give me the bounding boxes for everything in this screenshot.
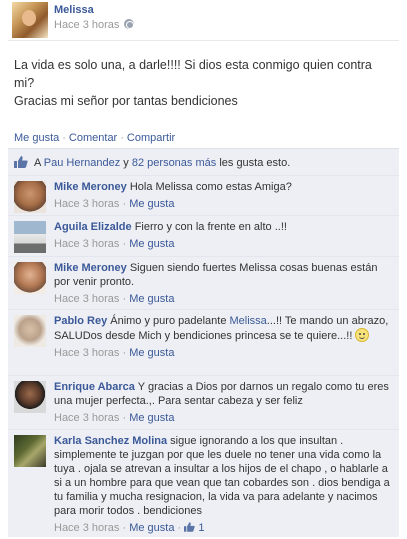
post-text: La vida es solo una, a darle!!!! Si dios… (14, 56, 394, 110)
post-text-line: La vida es solo una, a darle!!!! Si dios… (14, 58, 372, 90)
share-button[interactable]: Compartir (127, 132, 175, 144)
comment-time: Hace 3 horas (54, 347, 120, 359)
thumbs-up-icon (14, 156, 28, 168)
comment-item: Aguila Elizalde Fierro y con la frente e… (8, 216, 399, 257)
comment-body: Aguila Elizalde Fierro y con la frente e… (54, 220, 394, 251)
comment-text: Fierro y con la frente en alto ..!! (134, 221, 287, 233)
commenter-avatar[interactable] (14, 315, 46, 347)
comment-like-button[interactable]: Me gusta (129, 522, 174, 534)
post-meta: Hace 3 horas (54, 19, 135, 31)
comment-body: Pablo Rey Ánimo y puro padelante Melissa… (54, 314, 394, 360)
comment-meta: Hace 3 horas · Me gusta · 1 (54, 522, 205, 534)
liker-link[interactable]: Pau Hernandez (44, 157, 120, 169)
post-actions: Me gusta · Comentar · Compartir (14, 132, 175, 144)
likes-middle: y (120, 157, 132, 169)
thumbs-up-icon (184, 522, 195, 532)
comment-item: Pablo Rey Ánimo y puro padelante Melissa… (8, 310, 399, 376)
comment-body: Mike Meroney Siguen siendo fuertes Melis… (54, 261, 394, 306)
likes-suffix: les gusta esto. (216, 157, 291, 169)
commenter-name[interactable]: Karla Sanchez Molina (54, 435, 167, 447)
comment-body: Karla Sanchez Molina sigue ignorando a l… (54, 434, 394, 535)
comment-meta: Hace 3 horas · Me gusta (54, 412, 175, 424)
commenter-avatar[interactable] (14, 221, 46, 253)
commenter-name[interactable]: Pablo Rey (54, 315, 107, 327)
post-header: Melissa Hace 3 horas (12, 2, 397, 38)
globe-icon (124, 19, 135, 29)
comment-like-button[interactable]: Me gusta (129, 238, 174, 250)
separator: · (120, 132, 124, 144)
comment-button[interactable]: Comentar (69, 132, 117, 144)
comment-like-button[interactable]: Me gusta (129, 412, 174, 424)
comment-time: Hace 3 horas (54, 198, 120, 210)
comment-like-button[interactable]: Me gusta (129, 293, 174, 305)
comment-time: Hace 3 horas (54, 522, 120, 534)
comment-item: Mike Meroney Hola Melissa como estas Ami… (8, 176, 399, 216)
commenter-avatar[interactable] (14, 435, 46, 467)
mention-link[interactable]: Melissa (230, 315, 267, 327)
comment-time: Hace 3 horas (54, 412, 120, 424)
likers-count-link[interactable]: 82 personas más (132, 157, 216, 169)
comment-meta: Hace 3 horas · Me gusta (54, 238, 175, 250)
comment-meta: Hace 3 horas · Me gusta (54, 293, 175, 305)
commenter-name[interactable]: Mike Meroney (54, 262, 127, 274)
comment-like-button[interactable]: Me gusta (129, 198, 174, 210)
comment-item: Mike Meroney Siguen siendo fuertes Melis… (8, 257, 399, 310)
post-text-line: Gracias mi señor por tantas bendiciones (14, 94, 238, 108)
comment-item: Karla Sanchez Molina sigue ignorando a l… (8, 430, 399, 538)
likes-prefix: A (34, 157, 44, 169)
commenter-name[interactable]: Mike Meroney (54, 181, 127, 193)
comment-like-button[interactable]: Me gusta (129, 347, 174, 359)
post-author-name[interactable]: Melissa (54, 4, 94, 16)
comment-body: Enrique Abarca Y gracias a Dios por darn… (54, 380, 394, 425)
like-button[interactable]: Me gusta (14, 132, 59, 144)
comment-time: Hace 3 horas (54, 238, 120, 250)
comment-time: Hace 3 horas (54, 293, 120, 305)
comment-item: Enrique Abarca Y gracias a Dios por darn… (8, 376, 399, 430)
likes-summary: A Pau Hernandez y 82 personas más les gu… (8, 149, 399, 176)
commenter-avatar[interactable] (14, 381, 46, 413)
commenter-avatar[interactable] (14, 262, 46, 294)
divider (8, 40, 399, 41)
commenter-name[interactable]: Enrique Abarca (54, 381, 135, 393)
post-timestamp[interactable]: Hace 3 horas (54, 19, 119, 31)
like-count-value: 1 (198, 522, 205, 534)
comment-body: Mike Meroney Hola Melissa como estas Ami… (54, 180, 394, 211)
feedback-panel: A Pau Hernandez y 82 personas más les gu… (8, 148, 399, 537)
comment-text: sigue ignorando a los que insultan . sim… (54, 435, 390, 517)
comment-meta: Hace 3 horas · Me gusta (54, 347, 175, 359)
separator: · (62, 132, 66, 144)
comment-text-before: Ánimo y puro padelante (110, 315, 230, 327)
comment-meta: Hace 3 horas · Me gusta (54, 198, 175, 210)
smiley-icon (355, 328, 370, 342)
comment-text: Hola Melissa como estas Amiga? (129, 181, 292, 193)
author-avatar[interactable] (12, 2, 48, 38)
commenter-avatar[interactable] (14, 181, 46, 213)
comment-like-count[interactable]: 1 (184, 522, 204, 534)
commenter-name[interactable]: Aguila Elizalde (54, 221, 132, 233)
